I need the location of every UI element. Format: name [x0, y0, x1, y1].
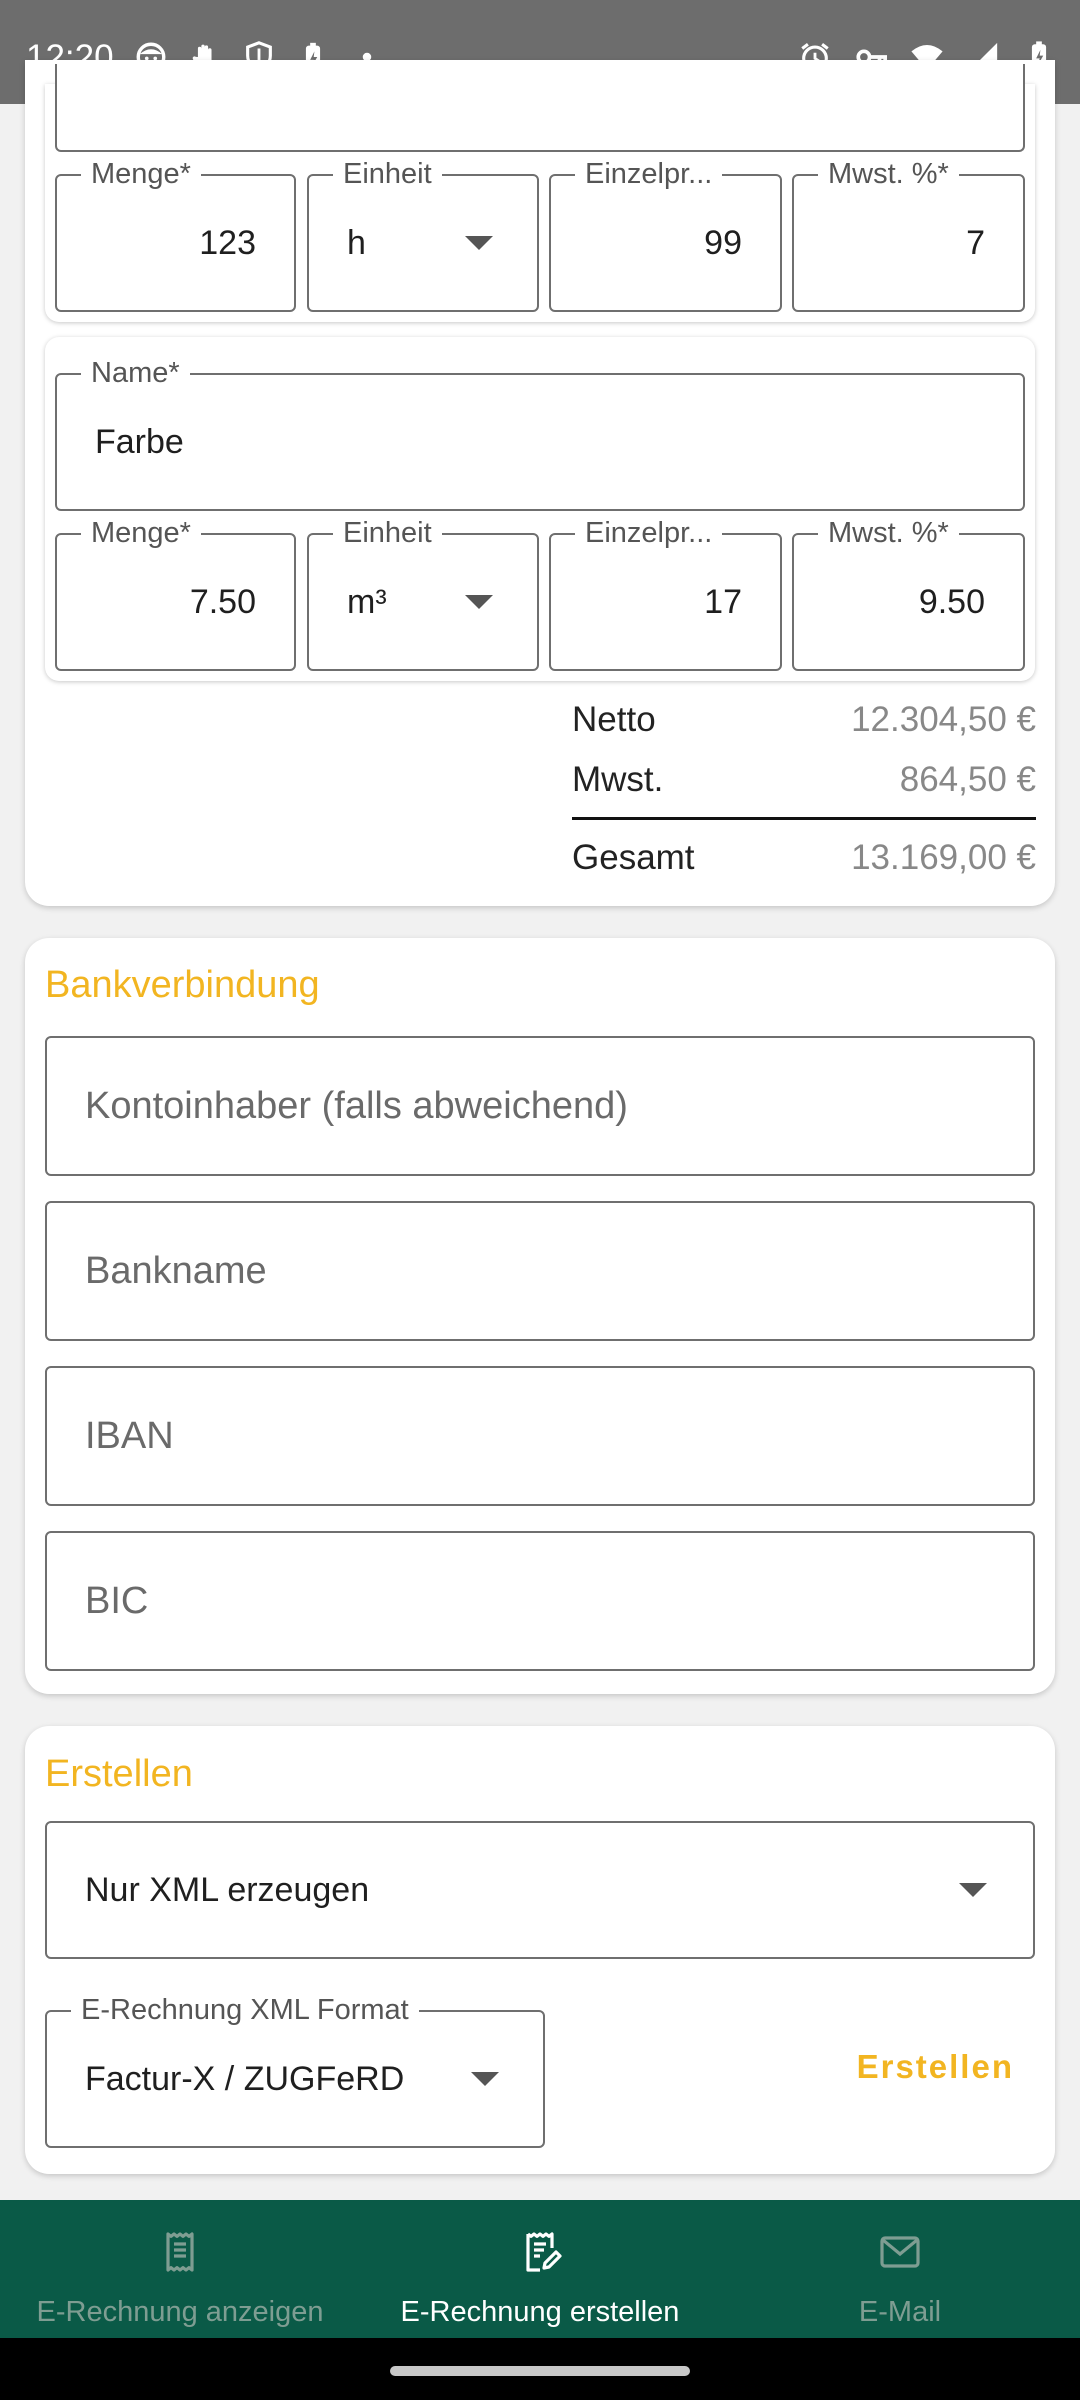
xml-format-select[interactable]: E-Rechnung XML Format Factur-X / ZUGFeRD [45, 1992, 545, 2148]
bic-placeholder: BIC [85, 1579, 149, 1622]
totals-net-row: Netto 12.304,50 € [572, 700, 1036, 740]
create-button[interactable]: Erstellen [857, 2048, 1014, 2086]
item-price-value: 99 [704, 223, 742, 262]
totals-net-label: Netto [572, 700, 656, 739]
nav-item-email[interactable]: E-Mail [720, 2200, 1080, 2338]
xml-format-value: Factur-X / ZUGFeRD [85, 2059, 405, 2098]
item-unit-select-2[interactable]: Einheit m³ [307, 515, 539, 671]
item-name-field-2[interactable]: Name* Farbe [55, 355, 1025, 511]
item-vat-field-2[interactable]: Mwst. %* 9.50 [792, 515, 1025, 671]
item-name-value: Farbe [95, 422, 184, 461]
item-price-value: 17 [704, 582, 742, 621]
nav-label: E-Rechnung anzeigen [36, 2296, 324, 2328]
item-unit-value: m³ [347, 582, 387, 621]
item-vat-field-1[interactable]: Mwst. %* 7 [792, 156, 1025, 312]
totals-total-row: Gesamt 13.169,00 € [572, 838, 1036, 878]
bottom-navigation: E-Rechnung anzeigen E-Rechnung erstellen… [0, 2200, 1080, 2338]
output-mode-value: Nur XML erzeugen [85, 1870, 370, 1909]
nav-label: E-Mail [858, 2296, 942, 2328]
item-price-field-2[interactable]: Einzelpr... 17 [549, 515, 782, 671]
item-quantity-field-1[interactable]: Menge* 123 [55, 156, 296, 312]
gesture-handle[interactable] [390, 2366, 690, 2376]
field-label: Einzelpr... [575, 515, 723, 551]
field-label: Menge* [81, 156, 201, 192]
item-name-field-1[interactable] [55, 64, 1025, 152]
field-label: Einzelpr... [575, 156, 723, 192]
field-label: Mwst. %* [818, 156, 959, 192]
field-label: Menge* [81, 515, 201, 551]
item-unit-value: h [347, 223, 366, 262]
item-vat-value: 9.50 [918, 582, 985, 621]
totals-vat-label: Mwst. [572, 760, 664, 799]
create-section-title: Erstellen [45, 1753, 193, 1795]
totals-divider [572, 817, 1036, 820]
item-quantity-field-2[interactable]: Menge* 7.50 [55, 515, 296, 671]
chevron-down-icon [465, 236, 493, 250]
item-vat-value: 7 [966, 223, 985, 262]
nav-item-show-invoice[interactable]: E-Rechnung anzeigen [0, 2200, 360, 2338]
iban-placeholder: IBAN [85, 1414, 174, 1457]
nav-label: E-Rechnung erstellen [400, 2296, 680, 2328]
output-mode-select[interactable]: Nur XML erzeugen [45, 1821, 1035, 1959]
mail-icon [880, 2236, 920, 2268]
bank-name-input[interactable]: Bankname [45, 1201, 1035, 1341]
item-quantity-value: 123 [199, 223, 256, 262]
chevron-down-icon [465, 595, 493, 609]
totals-vat-row: Mwst. 864,50 € [572, 760, 1036, 800]
totals-net-value: 12.304,50 € [851, 700, 1036, 739]
chevron-down-icon [471, 2072, 499, 2086]
bank-name-placeholder: Bankname [85, 1249, 267, 1292]
totals-vat-value: 864,50 € [899, 760, 1036, 799]
nav-item-create-invoice[interactable]: E-Rechnung erstellen [360, 2200, 720, 2338]
bank-section-title: Bankverbindung [45, 964, 320, 1006]
chevron-down-icon [959, 1883, 987, 1897]
totals-total-label: Gesamt [572, 838, 695, 877]
item-price-field-1[interactable]: Einzelpr... 99 [549, 156, 782, 312]
account-holder-input[interactable]: Kontoinhaber (falls abweichend) [45, 1036, 1035, 1176]
receipt-icon [166, 2232, 194, 2272]
iban-input[interactable]: IBAN [45, 1366, 1035, 1506]
totals-total-value: 13.169,00 € [851, 838, 1036, 877]
edit-document-icon [526, 2232, 562, 2272]
account-holder-placeholder: Kontoinhaber (falls abweichend) [85, 1084, 628, 1127]
item-unit-select-1[interactable]: Einheit h [307, 156, 539, 312]
item-quantity-value: 7.50 [189, 582, 256, 621]
bic-input[interactable]: BIC [45, 1531, 1035, 1671]
